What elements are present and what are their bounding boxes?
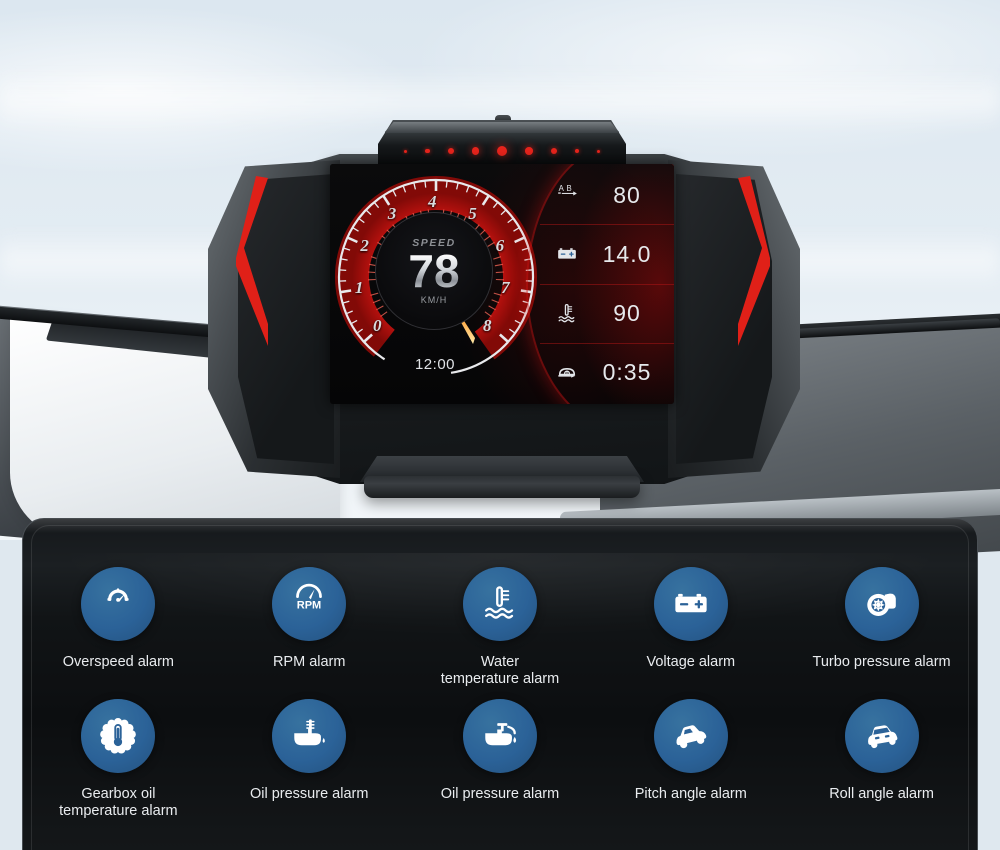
gearbox-temp-icon <box>81 699 156 773</box>
feature-item[interactable]: Oil pressure alarm <box>214 699 405 820</box>
drive-timer-icon <box>552 360 582 386</box>
rpm-gauge-icon: RPM <box>272 567 347 641</box>
hud-data-column: A B 80 14.0 90 0:35 <box>540 164 674 404</box>
feature-item[interactable]: RPM RPM alarm <box>214 567 405 688</box>
hud-screen: 01 23 4 56 78 SPEED 78 KM/H 12:00 A B 80 14.… <box>330 164 674 404</box>
gauge-tick-number: 2 <box>360 235 369 255</box>
feature-item[interactable]: Overspeed alarm <box>23 567 214 688</box>
hud-data-value: 80 <box>613 181 641 208</box>
feature-label: Voltage alarm <box>646 654 736 670</box>
hud-data-row: 0:35 <box>540 344 674 402</box>
clock-readout: 12:00 <box>414 356 456 373</box>
feature-item[interactable]: Gearbox oil temperature alarm <box>23 699 214 820</box>
red-accent-stripe-left <box>234 174 278 388</box>
feature-label: Pitch angle alarm <box>634 786 747 802</box>
mount-base <box>364 476 640 498</box>
water-temp-icon <box>552 301 582 327</box>
led-dot <box>497 146 507 156</box>
led-dot <box>425 148 430 154</box>
battery-icon <box>653 567 728 641</box>
red-accent-stripe-right <box>728 174 772 388</box>
feature-label: Gearbox oil temperature alarm <box>59 786 178 820</box>
led-dot <box>597 149 600 153</box>
led-dot <box>525 147 533 155</box>
hud-screen-bezel: 01 23 4 56 78 SPEED 78 KM/H 12:00 A B 80 14.… <box>330 164 674 404</box>
gauge-tick-number: 7 <box>501 277 510 297</box>
oil-can-icon <box>462 699 537 773</box>
gauge-tick-number: 0 <box>373 315 382 335</box>
car-pitch-icon <box>653 699 728 773</box>
feature-item[interactable]: Oil pressure alarm <box>405 699 596 820</box>
gauge-tick-number: 3 <box>387 203 397 223</box>
hood-lip <box>384 122 620 133</box>
feature-label: Oil pressure alarm <box>249 786 369 802</box>
gauge-center-readout: SPEED 78 KM/H <box>375 212 493 330</box>
feature-row: Overspeed alarm RPM RPM alarm Water temper… <box>23 567 977 688</box>
hud-data-value: 14.0 <box>602 240 652 267</box>
gauge-tick-number: 4 <box>428 192 437 211</box>
hud-data-row: 90 <box>540 285 674 344</box>
water-temp-icon <box>462 567 537 641</box>
speed-gauge: 01 23 4 56 78 SPEED 78 KM/H 12:00 <box>330 164 540 404</box>
car-roll-icon <box>844 699 919 773</box>
feature-row: Gearbox oil temperature alarm Oil pressur… <box>23 699 977 820</box>
battery-icon <box>552 241 582 267</box>
svg-text:A: A <box>559 184 565 193</box>
led-dot <box>550 148 557 154</box>
gauge-tick-number: 1 <box>354 277 364 297</box>
gauge-tick-number: 6 <box>495 235 505 255</box>
hud-data-value: 0:35 <box>602 359 652 386</box>
svg-text:B: B <box>566 184 571 193</box>
trip-ab-icon: A B <box>552 182 582 208</box>
led-dot <box>471 147 479 155</box>
led-dot <box>574 148 579 154</box>
speed-value: 78 <box>408 245 460 298</box>
hud-data-value: 90 <box>613 300 641 327</box>
feature-item[interactable]: Roll angle alarm <box>786 699 977 820</box>
gauge-tick-number: 8 <box>482 315 492 335</box>
feature-item[interactable]: Water temperature alarm <box>405 567 596 688</box>
speed-unit: KM/H <box>420 294 448 305</box>
hud-data-row: A B 80 <box>540 166 674 226</box>
feature-label: Turbo pressure alarm <box>812 654 951 670</box>
led-dot <box>404 149 407 153</box>
led-dot <box>447 148 454 154</box>
feature-panel: Overspeed alarm RPM RPM alarm Water temper… <box>22 518 978 850</box>
led-indicator-strip <box>398 142 606 160</box>
feature-item[interactable]: Turbo pressure alarm <box>786 567 977 688</box>
oil-pressure-icon <box>272 699 347 773</box>
feature-item[interactable]: Pitch angle alarm <box>595 699 786 820</box>
feature-label: RPM alarm <box>272 654 346 670</box>
turbo-icon <box>844 567 919 641</box>
hud-device: 01 23 4 56 78 SPEED 78 KM/H 12:00 A B 80 14.… <box>208 115 800 510</box>
feature-label: Overspeed alarm <box>62 654 174 670</box>
feature-label: Water temperature alarm <box>440 654 560 688</box>
feature-item[interactable]: Voltage alarm <box>595 567 786 688</box>
speedometer-icon <box>81 567 156 641</box>
feature-label: Oil pressure alarm <box>440 786 560 802</box>
feature-label: Roll angle alarm <box>829 786 934 802</box>
svg-text:RPM: RPM <box>297 600 322 612</box>
gauge-tick-number: 5 <box>468 203 477 223</box>
hud-data-row: 14.0 <box>540 225 674 285</box>
